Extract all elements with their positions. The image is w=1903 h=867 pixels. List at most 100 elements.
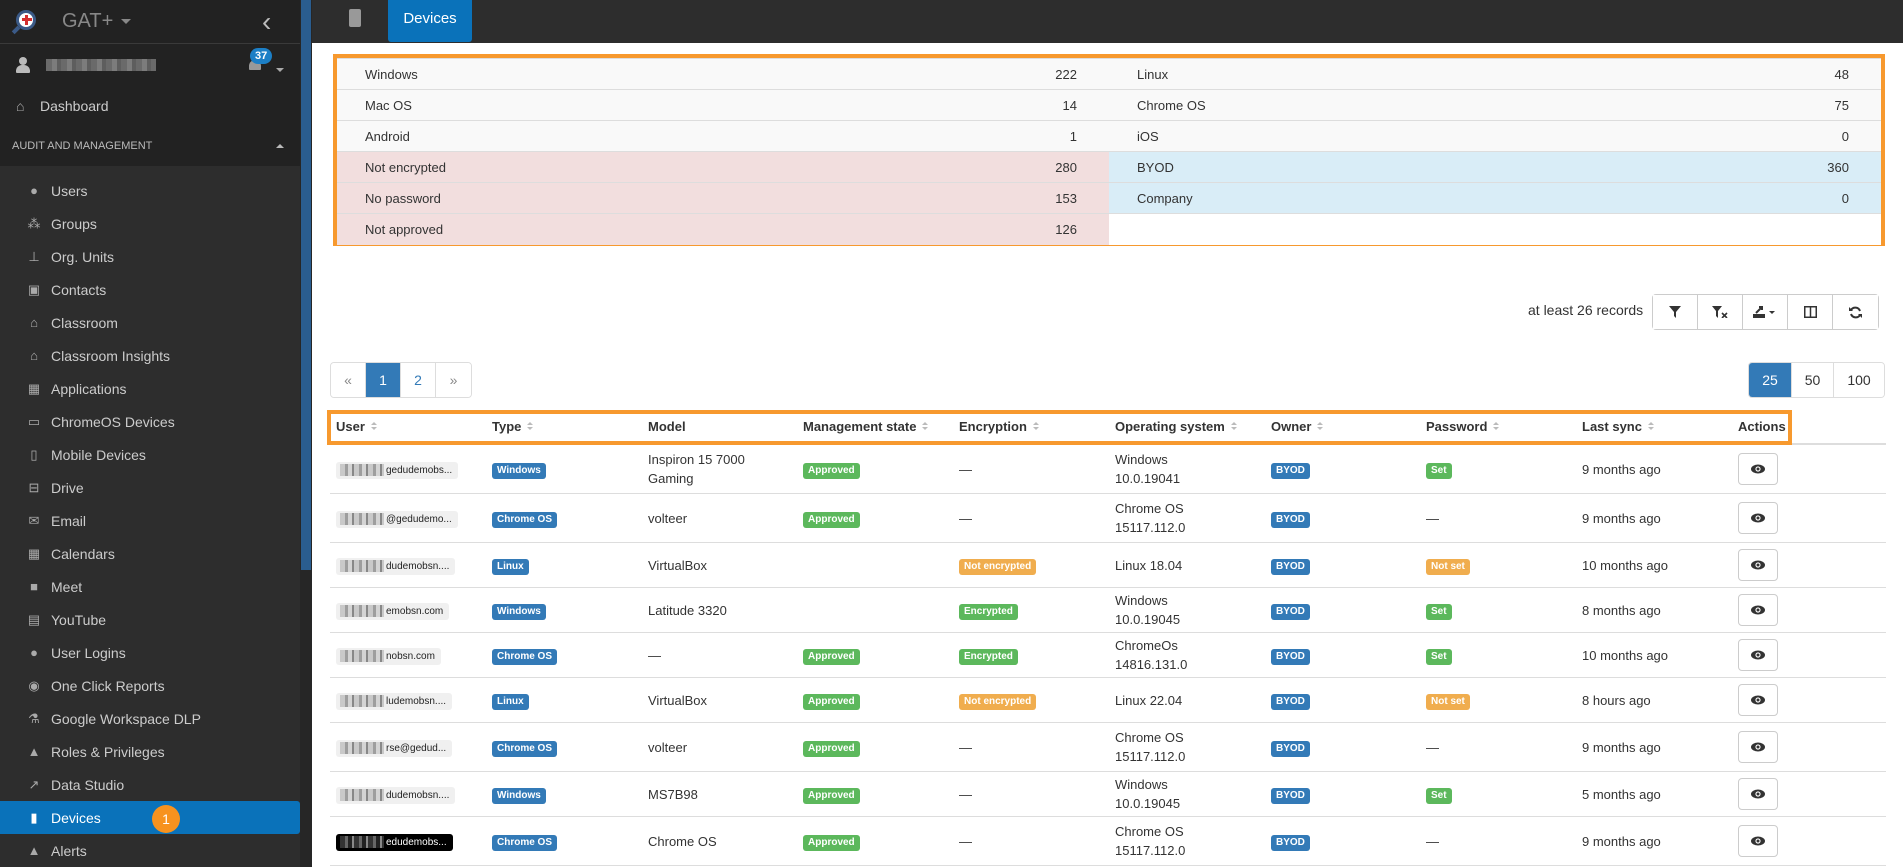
user-email[interactable]: gedudemobs... [336,462,459,479]
clear-filter-button[interactable] [1698,295,1743,329]
column-header-operating-system[interactable]: Operating system [1109,419,1265,434]
user-email[interactable]: rse@gedud... [336,740,453,757]
sidebar-item-dashboard[interactable]: ⌂ Dashboard [0,86,300,126]
pagination-prev[interactable]: « [331,363,366,397]
sidebar-item-applications[interactable]: ▦ Applications [0,372,300,405]
sort-icon[interactable] [1230,422,1237,431]
pagination-next[interactable]: » [436,363,471,397]
sort-icon[interactable] [370,422,377,431]
columns-button[interactable] [1788,295,1833,329]
sort-icon[interactable] [1032,422,1039,431]
last-sync-text: 8 hours ago [1582,692,1651,708]
sidebar-header: GAT+ ‹ [0,0,300,44]
page-size-100[interactable]: 100 [1834,363,1884,397]
view-device-button[interactable] [1738,502,1778,534]
sidebar-item-users[interactable]: ● Users [0,174,300,207]
section-audit-management[interactable]: AUDIT AND MANAGEMENT [0,126,300,166]
column-header-management-state[interactable]: Management state [797,419,953,434]
user-email[interactable]: nobsn.com [336,648,441,665]
model-text: MS7B98 [648,786,698,802]
user-name-blurred [46,59,156,71]
sidebar-item-google-workspace-dlp[interactable]: ⚗ Google Workspace DLP [0,702,300,735]
sidebar-scrollbar[interactable] [300,0,312,867]
cell-owner: BYOD [1265,784,1420,804]
summary-right-value [1640,213,1881,245]
sort-icon[interactable] [922,422,929,431]
view-device-button[interactable] [1738,549,1778,581]
sidebar-item-groups[interactable]: ⁂ Groups [0,207,300,240]
sort-icon[interactable] [1647,422,1654,431]
table-row: emobsn.com Windows Latitude 3320 Encrypted W… [330,588,1886,633]
table-body: gedudemobs... Windows Inspiron 15 7000 Gam… [330,445,1886,866]
collapse-sidebar-icon[interactable]: ‹ [262,6,271,38]
sort-icon[interactable] [1317,422,1324,431]
app-switcher[interactable]: GAT+ [62,10,132,33]
cell-actions [1732,502,1842,534]
sidebar-item-contacts[interactable]: ▣ Contacts [0,273,300,306]
column-header-type[interactable]: Type [486,419,642,434]
cell-model: volteer [642,509,797,528]
password-badge: Not set [1426,559,1470,575]
column-header-owner[interactable]: Owner [1265,419,1420,434]
os-text: Linux 22.04 [1115,692,1183,708]
view-device-button[interactable] [1738,825,1778,857]
user-email[interactable]: @gedudemo... [336,511,458,528]
sidebar-item-calendars[interactable]: ▦ Calendars [0,537,300,570]
user-email[interactable]: emobsn.com [336,603,450,620]
sidebar-item-chromeos-devices[interactable]: ▭ ChromeOS Devices [0,405,300,438]
sidebar-item-mobile-devices[interactable]: ▯ Mobile Devices [0,438,300,471]
user-row[interactable]: 37 [0,44,300,86]
sort-icon[interactable] [1493,422,1500,431]
pagination-page-1[interactable]: 1 [366,363,401,397]
sidebar-item-meet[interactable]: ■ Meet [0,570,300,603]
envelope-icon: ✉ [28,512,40,528]
sidebar-item-roles-privileges[interactable]: ▲ Roles & Privileges [0,735,300,768]
sidebar-item-one-click-reports[interactable]: ◉ One Click Reports [0,669,300,702]
user-email[interactable]: dudemobsn.... [336,787,456,804]
export-button[interactable] [1743,295,1788,329]
view-device-button[interactable] [1738,453,1778,485]
owner-badge: BYOD [1271,463,1310,479]
sidebar-item-email[interactable]: ✉ Email [0,504,300,537]
view-device-button[interactable] [1738,778,1778,810]
os-text: Windows 10.0.19045 [1115,777,1181,811]
column-header-encryption[interactable]: Encryption [953,419,1109,434]
encryption-badge: Not encrypted [959,694,1037,710]
column-header-last-sync[interactable]: Last sync [1576,419,1732,434]
model-text: Latitude 3320 [648,602,727,618]
sort-icon[interactable] [527,422,534,431]
column-header-user[interactable]: User [330,419,486,434]
user-email[interactable]: ludemobsn.... [336,693,453,710]
sidebar-item-alerts[interactable]: ▲ Alerts [0,834,300,867]
sidebar-item-devices[interactable]: ▮ Devices 1 [0,801,300,834]
sidebar-item-drive[interactable]: ⊟ Drive [0,471,300,504]
cell-management-state: Approved [797,831,953,851]
owner-badge: BYOD [1271,835,1310,851]
caret-down-icon[interactable] [276,68,284,72]
refresh-button[interactable] [1833,295,1878,329]
summary-left-value: 222 [868,58,1109,90]
scrollbar-thumb[interactable] [301,0,311,570]
view-device-button[interactable] [1738,731,1778,763]
filter-button[interactable] [1653,295,1698,329]
user-email[interactable]: dudemobsn.... [336,558,456,575]
summary-right-value: 0 [1640,182,1881,214]
column-header-password[interactable]: Password [1420,419,1576,434]
view-device-button[interactable] [1738,684,1778,716]
sidebar-item-org-units[interactable]: ⊥ Org. Units [0,240,300,273]
cell-management-state: Approved [797,737,953,757]
cell-last-sync: 10 months ago [1576,646,1732,665]
page-size-25[interactable]: 25 [1749,363,1792,397]
user-email[interactable]: edudemobs... [336,834,453,851]
sidebar-item-user-logins[interactable]: ● User Logins [0,636,300,669]
sidebar-item-classroom[interactable]: ⌂ Classroom [0,306,300,339]
sidebar-item-classroom-insights[interactable]: ⌂ Classroom Insights [0,339,300,372]
sidebar-item-youtube[interactable]: ▤ YouTube [0,603,300,636]
pagination-page-2[interactable]: 2 [401,363,436,397]
page-size-50[interactable]: 50 [1792,363,1834,397]
sidebar-item-data-studio[interactable]: ↗ Data Studio [0,768,300,801]
tab-devices[interactable]: Devices [388,0,472,42]
view-device-button[interactable] [1738,639,1778,671]
gat-logo-icon [11,8,40,36]
view-device-button[interactable] [1738,594,1778,626]
